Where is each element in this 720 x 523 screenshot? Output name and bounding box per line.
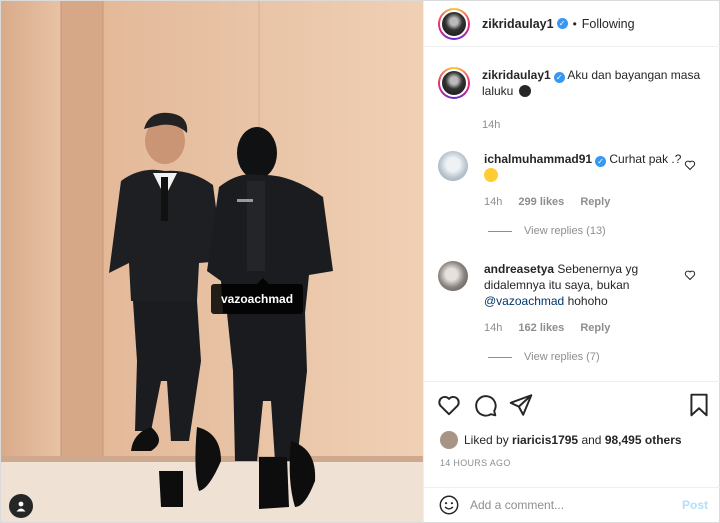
share-icon[interactable] <box>508 392 534 418</box>
user-icon <box>16 501 26 512</box>
comment-icon[interactable] <box>472 392 498 418</box>
user-tag-label[interactable]: vazoachmad <box>211 278 304 314</box>
emoji-smiley-icon[interactable] <box>438 494 460 516</box>
commenter-avatar[interactable] <box>438 261 468 291</box>
post-actions: Liked by riaricis1795 and 98,495 others … <box>424 381 720 487</box>
view-replies-button[interactable]: View replies (7) <box>488 351 600 363</box>
header-separator: • <box>572 16 577 31</box>
comment-text: Curhat pak .? <box>609 152 682 166</box>
comment-likes[interactable]: 162 likes <box>518 322 564 334</box>
liker-avatar[interactable] <box>440 431 458 449</box>
heart-icon[interactable] <box>436 392 462 418</box>
following-button[interactable]: Following <box>582 17 635 31</box>
like-comment-heart-icon[interactable] <box>684 269 696 281</box>
comment-input[interactable] <box>470 498 670 512</box>
commenter-username[interactable]: ichalmuhammad91 <box>484 152 592 166</box>
view-replies-label: View replies (13) <box>524 225 606 237</box>
comment-time: 14h <box>484 196 503 208</box>
tagged-users-button[interactable] <box>9 494 33 518</box>
post-header: zikridaulay1 ✓ • Following <box>424 1 720 47</box>
comment-text-end: hohoho <box>567 294 608 308</box>
post-timestamp[interactable]: 14 HOURS AGO <box>440 458 511 468</box>
verified-badge-icon: ✓ <box>556 18 568 29</box>
commenter-avatar[interactable] <box>438 151 468 181</box>
post-detail-panel: zikridaulay1 ✓ • Following zikridaulay1 ✓… <box>423 1 720 522</box>
post-photo[interactable]: vazoachmad <box>1 1 423 522</box>
caption-avatar[interactable] <box>438 67 470 99</box>
likes-prefix: Liked by <box>464 433 509 447</box>
reply-button[interactable]: Reply <box>580 322 610 334</box>
author-avatar[interactable] <box>438 7 470 40</box>
caption: zikridaulay1 ✓ Aku dan bayangan masa lalu… <box>438 67 704 133</box>
replies-divider <box>488 230 512 232</box>
likes-others[interactable]: 98,495 others <box>605 433 682 447</box>
view-replies-label: View replies (7) <box>524 351 600 363</box>
likes-summary: Liked by riaricis1795 and 98,495 others <box>440 431 682 449</box>
reply-button[interactable]: Reply <box>580 196 610 208</box>
add-comment-bar: Post <box>424 487 720 522</box>
post-image <box>1 1 423 522</box>
liker-username[interactable]: riaricis1795 <box>512 433 578 447</box>
likes-joiner: and <box>581 433 602 447</box>
comment-time: 14h <box>484 322 503 334</box>
bookmark-icon[interactable] <box>686 392 712 418</box>
like-comment-heart-icon[interactable] <box>684 159 696 171</box>
mention-link[interactable]: @vazoachmad <box>484 294 564 308</box>
verified-badge-icon: ✓ <box>595 156 607 167</box>
comment-item: andreasetya Sebenernya yg didalemnya itu… <box>438 261 704 336</box>
view-replies-button[interactable]: View replies (13) <box>488 225 606 237</box>
instagram-post-window: vazoachmad zikridaulay1 ✓ • Following zi… <box>0 0 720 523</box>
comment-likes[interactable]: 299 likes <box>518 196 564 208</box>
replies-divider <box>488 356 512 358</box>
post-comment-button[interactable]: Post <box>682 498 708 512</box>
caption-time: 14h <box>482 119 501 131</box>
author-username[interactable]: zikridaulay1 <box>482 17 554 31</box>
caption-username[interactable]: zikridaulay1 <box>482 68 551 82</box>
commenter-username[interactable]: andreasetya <box>484 262 554 276</box>
comments-list[interactable]: zikridaulay1 ✓ Aku dan bayangan masa lalu… <box>424 47 720 381</box>
black-circle-emoji-icon <box>518 85 531 97</box>
comment-item: ichalmuhammad91 ✓ Curhat pak .? 14h 299 l… <box>438 151 704 210</box>
laughing-emoji-icon <box>484 168 498 182</box>
verified-badge-icon: ✓ <box>553 72 565 83</box>
